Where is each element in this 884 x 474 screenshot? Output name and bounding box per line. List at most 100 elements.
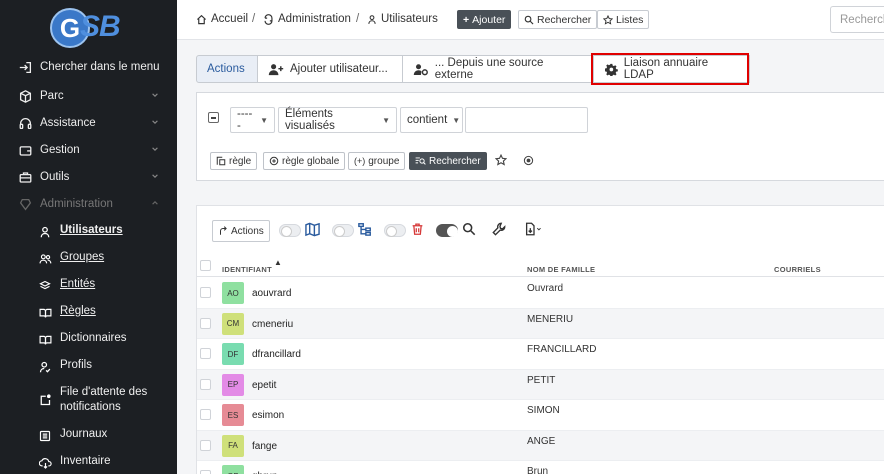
sidebar-item-parc[interactable]: Parc [0, 84, 177, 108]
global-search-input[interactable]: Rechercher [830, 6, 884, 33]
table-header: IDENTIFIANT ▲ NOM DE FAMILLE COURRIELS [197, 255, 884, 277]
row-login[interactable]: dfrancillard [252, 349, 301, 360]
add-rule-button[interactable]: règle [210, 152, 258, 170]
add-button[interactable]: + Ajouter [457, 10, 512, 29]
criteria-link-select[interactable]: ----- ▼ [230, 107, 275, 133]
table-row[interactable]: FA fange ANGE [197, 430, 884, 461]
massive-actions-button[interactable]: Actions [212, 220, 270, 242]
select-all-checkbox[interactable] [200, 260, 211, 271]
tree-icon[interactable] [358, 222, 372, 239]
filter-search-button[interactable]: Rechercher [409, 152, 487, 170]
search-button[interactable]: Rechercher [518, 10, 598, 29]
table-row[interactable]: EP epetit PETIT [197, 369, 884, 400]
sidebar-item-administration[interactable]: Administration [0, 192, 177, 216]
search-icon[interactable] [462, 222, 476, 239]
sidebar-subitem-journaux[interactable]: Journaux [0, 427, 177, 443]
toggle-trash[interactable] [384, 224, 406, 237]
sidebar-subitem-utilisateurs[interactable]: Utilisateurs [0, 223, 177, 239]
row-lastname: Ouvrard [527, 283, 564, 294]
search-button-label: Rechercher [537, 13, 592, 26]
tab-external-source[interactable]: ... Depuis une source externe [402, 55, 594, 83]
caret-down-icon: ▼ [382, 115, 390, 125]
tab-actions[interactable]: Actions [196, 55, 258, 83]
sidebar-item-assistance[interactable]: Assistance [0, 111, 177, 135]
sidebar-item-gestion[interactable]: Gestion [0, 138, 177, 162]
column-header-emails[interactable]: COURRIELS [774, 265, 821, 274]
operator-select[interactable]: contient ▼ [400, 107, 463, 133]
toggle-search-view[interactable] [436, 224, 458, 237]
map-icon[interactable] [305, 222, 320, 240]
row-checkbox[interactable] [200, 470, 211, 474]
lists-button-label: Listes [616, 13, 644, 26]
row-lastname: SIMON [527, 405, 560, 416]
row-login[interactable]: cmeneriu [252, 319, 293, 330]
toggle-tree[interactable] [332, 224, 354, 237]
chevron-down-icon [151, 171, 159, 183]
field-select[interactable]: Éléments visualisés ▼ [278, 107, 397, 133]
row-login[interactable]: esimon [252, 410, 284, 421]
tab-add-user[interactable]: Ajouter utilisateur... [257, 55, 403, 83]
row-login[interactable]: aouvrard [252, 288, 291, 299]
sidebar-subitem-label: Profils [60, 359, 92, 371]
collapse-criteria-icon[interactable] [208, 112, 219, 123]
row-login[interactable]: fange [252, 441, 277, 452]
row-checkbox[interactable] [200, 409, 211, 420]
gsb-logo[interactable]: G SB [50, 8, 130, 48]
wrench-icon[interactable] [492, 222, 506, 239]
row-lastname: ANGE [527, 435, 556, 447]
toggle-map[interactable] [279, 224, 301, 237]
breadcrumb-utilisateurs[interactable]: Utilisateurs [367, 13, 438, 25]
book-open-icon [38, 333, 52, 347]
row-checkbox[interactable] [200, 439, 211, 451]
table-row[interactable]: CM cmeneriu MENERIU [197, 308, 884, 339]
breadcrumb-current-label: Utilisateurs [381, 13, 438, 25]
breadcrumb-home[interactable]: Accueil [196, 13, 248, 25]
row-checkbox[interactable] [200, 348, 211, 359]
column-header-lastname[interactable]: NOM DE FAMILLE [527, 265, 595, 274]
add-group-button[interactable]: (+) groupe [348, 152, 406, 170]
criteria-value-input[interactable] [465, 107, 588, 133]
reset-search-icon[interactable] [523, 155, 534, 169]
filter-search-label: Rechercher [429, 155, 481, 167]
save-search-star-icon[interactable] [494, 153, 508, 169]
sidebar-subitem-notifications-queue[interactable]: File d'attente des notifications [0, 385, 177, 415]
add-rule-label: règle [229, 155, 252, 167]
sign-in-icon [18, 60, 32, 74]
operator-select-value: contient [407, 114, 448, 126]
row-checkbox[interactable] [200, 287, 211, 298]
table-row[interactable]: DF dfrancillard FRANCILLARD [197, 339, 884, 370]
breadcrumb-administration[interactable]: Administration [263, 13, 351, 25]
tab-add-user-label: Ajouter utilisateur... [290, 63, 388, 75]
row-lastname: MENERIU [527, 313, 574, 325]
column-header-login[interactable]: IDENTIFIANT [222, 265, 272, 274]
sidebar-subitem-entites[interactable]: Entités [0, 277, 177, 293]
topbar: Accueil / Administration / Utilisateurs … [177, 0, 884, 40]
trash-icon[interactable] [411, 222, 424, 239]
field-select-value: Éléments visualisés [285, 108, 335, 132]
sidebar-subitem-inventaire[interactable]: Inventaire [0, 454, 177, 470]
sidebar-item-label: Parc [40, 90, 64, 102]
lists-button[interactable]: Listes [597, 10, 650, 29]
add-global-rule-button[interactable]: règle globale [263, 152, 346, 170]
sidebar-subitem-groupes[interactable]: Groupes [0, 250, 177, 266]
table-row[interactable]: ES esimon SIMON [197, 400, 884, 431]
sidebar-subitem-label: Inventaire [60, 455, 111, 467]
cloud-download-icon [38, 456, 52, 470]
square-plus-icon [216, 156, 226, 166]
row-checkbox[interactable] [200, 317, 211, 329]
sidebar-item-outils[interactable]: Outils [0, 165, 177, 189]
row-login[interactable]: epetit [252, 380, 276, 391]
sidebar-subitem-dictionnaires[interactable]: Dictionnaires [0, 331, 177, 347]
table-row[interactable]: AO aouvrard Ouvrard [197, 278, 884, 309]
results-panel: Actions IDENTIFIANT ▲ NOM DE FAMILLE COU… [196, 205, 884, 474]
sidebar-subitem-regles[interactable]: Règles [0, 304, 177, 320]
sidebar-subitem-profils[interactable]: Profils [0, 358, 177, 374]
chevron-down-icon [151, 144, 159, 156]
user-icon [38, 225, 52, 239]
export-file-icon[interactable] [525, 222, 543, 239]
table-row[interactable]: GB gbrun Brun [197, 461, 884, 474]
user-check-icon [38, 360, 52, 374]
row-checkbox[interactable] [200, 378, 211, 390]
chevron-down-icon [151, 90, 159, 102]
sidebar-item-search-menu[interactable]: Chercher dans le menu [0, 55, 177, 79]
